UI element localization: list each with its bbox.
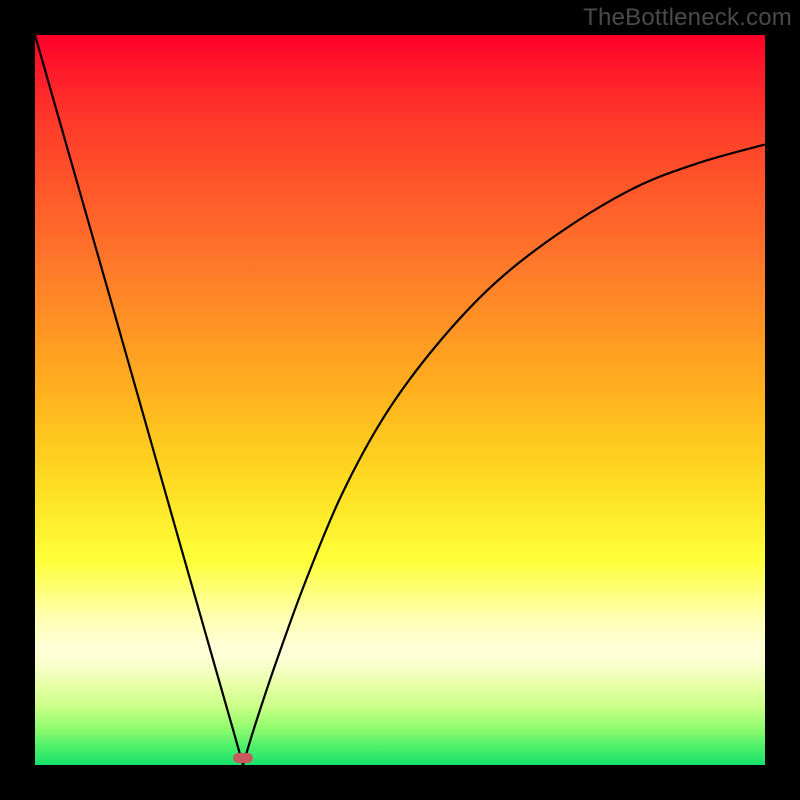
- chart-frame: TheBottleneck.com: [0, 0, 800, 800]
- curve-svg: [35, 35, 765, 765]
- minimum-marker: [233, 753, 253, 763]
- attribution-text: TheBottleneck.com: [583, 4, 792, 32]
- bottleneck-curve: [35, 35, 765, 765]
- plot-area: [35, 35, 765, 765]
